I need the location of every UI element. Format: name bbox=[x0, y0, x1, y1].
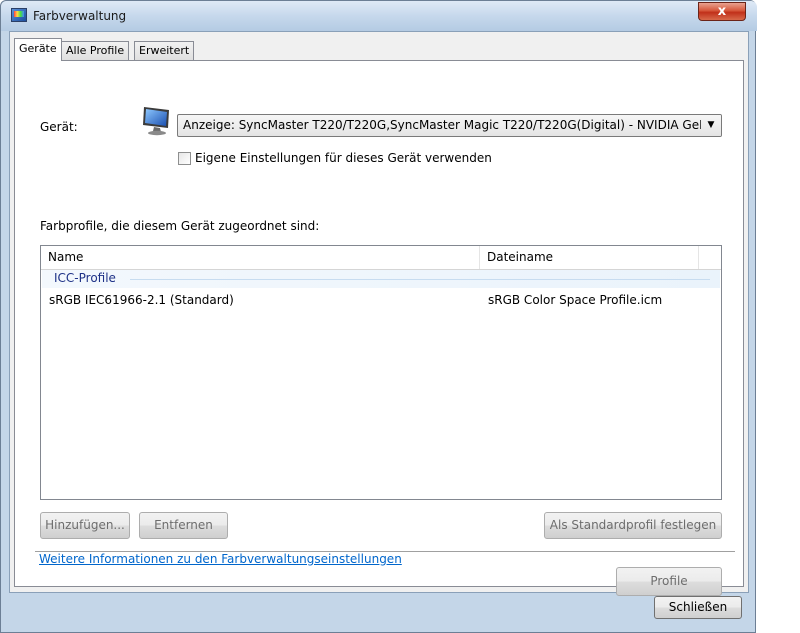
tab-panel-devices: Gerät: Anzeige: SyncMaster T220/T220G,Sy… bbox=[14, 60, 744, 596]
table-row[interactable]: sRGB IEC61966-2.1 (Standard) sRGB Color … bbox=[42, 292, 720, 310]
column-header-name[interactable]: Name bbox=[41, 246, 480, 269]
title-bar: Farbverwaltung x bbox=[1, 1, 757, 31]
device-select[interactable]: Anzeige: SyncMaster T220/T220G,SyncMaste… bbox=[177, 114, 722, 137]
profile-name-cell: sRGB IEC61966-2.1 (Standard) bbox=[49, 293, 234, 307]
column-header-filename[interactable]: Dateiname bbox=[480, 246, 699, 269]
tab-devices[interactable]: Geräte bbox=[14, 38, 62, 61]
window-title: Farbverwaltung bbox=[33, 9, 127, 23]
custom-settings-label[interactable]: Eigene Einstellungen für dieses Gerät ve… bbox=[195, 151, 492, 165]
close-button[interactable]: Schließen bbox=[654, 596, 742, 619]
set-default-button[interactable]: Als Standardprofil festlegen bbox=[544, 512, 722, 539]
remove-button[interactable]: Entfernen bbox=[139, 512, 228, 539]
profiles-button[interactable]: Profile bbox=[616, 567, 722, 596]
dialog-body: Geräte Alle Profile Erweitert Gerät: Anz… bbox=[9, 31, 749, 596]
device-select-value: Anzeige: SyncMaster T220/T220G,SyncMaste… bbox=[183, 118, 713, 132]
profile-file-cell: sRGB Color Space Profile.icm bbox=[488, 293, 663, 307]
close-window-button[interactable]: x bbox=[698, 2, 746, 21]
group-divider bbox=[130, 279, 710, 280]
group-header-icc[interactable]: ICC-Profile bbox=[42, 270, 720, 288]
custom-settings-checkbox[interactable] bbox=[178, 152, 191, 165]
more-info-link[interactable]: Weitere Informationen zu den Farbverwalt… bbox=[39, 552, 402, 566]
app-window: Farbverwaltung x Geräte Alle Profile Erw… bbox=[0, 0, 757, 633]
chevron-down-icon[interactable]: ▼ bbox=[701, 115, 721, 136]
add-button[interactable]: Hinzufügen... bbox=[40, 512, 130, 539]
list-header: Name Dateiname bbox=[41, 246, 721, 270]
profiles-list[interactable]: Name Dateiname ICC-Profile sRGB IEC61966… bbox=[40, 245, 722, 500]
tab-advanced[interactable]: Erweitert bbox=[134, 41, 195, 60]
device-label: Gerät: bbox=[40, 120, 78, 134]
group-label: ICC-Profile bbox=[54, 271, 116, 285]
tab-all-profiles[interactable]: Alle Profile bbox=[61, 41, 130, 60]
profiles-heading: Farbprofile, die diesem Gerät zugeordnet… bbox=[40, 219, 320, 233]
color-management-icon bbox=[11, 8, 27, 22]
monitor-icon bbox=[143, 107, 169, 136]
